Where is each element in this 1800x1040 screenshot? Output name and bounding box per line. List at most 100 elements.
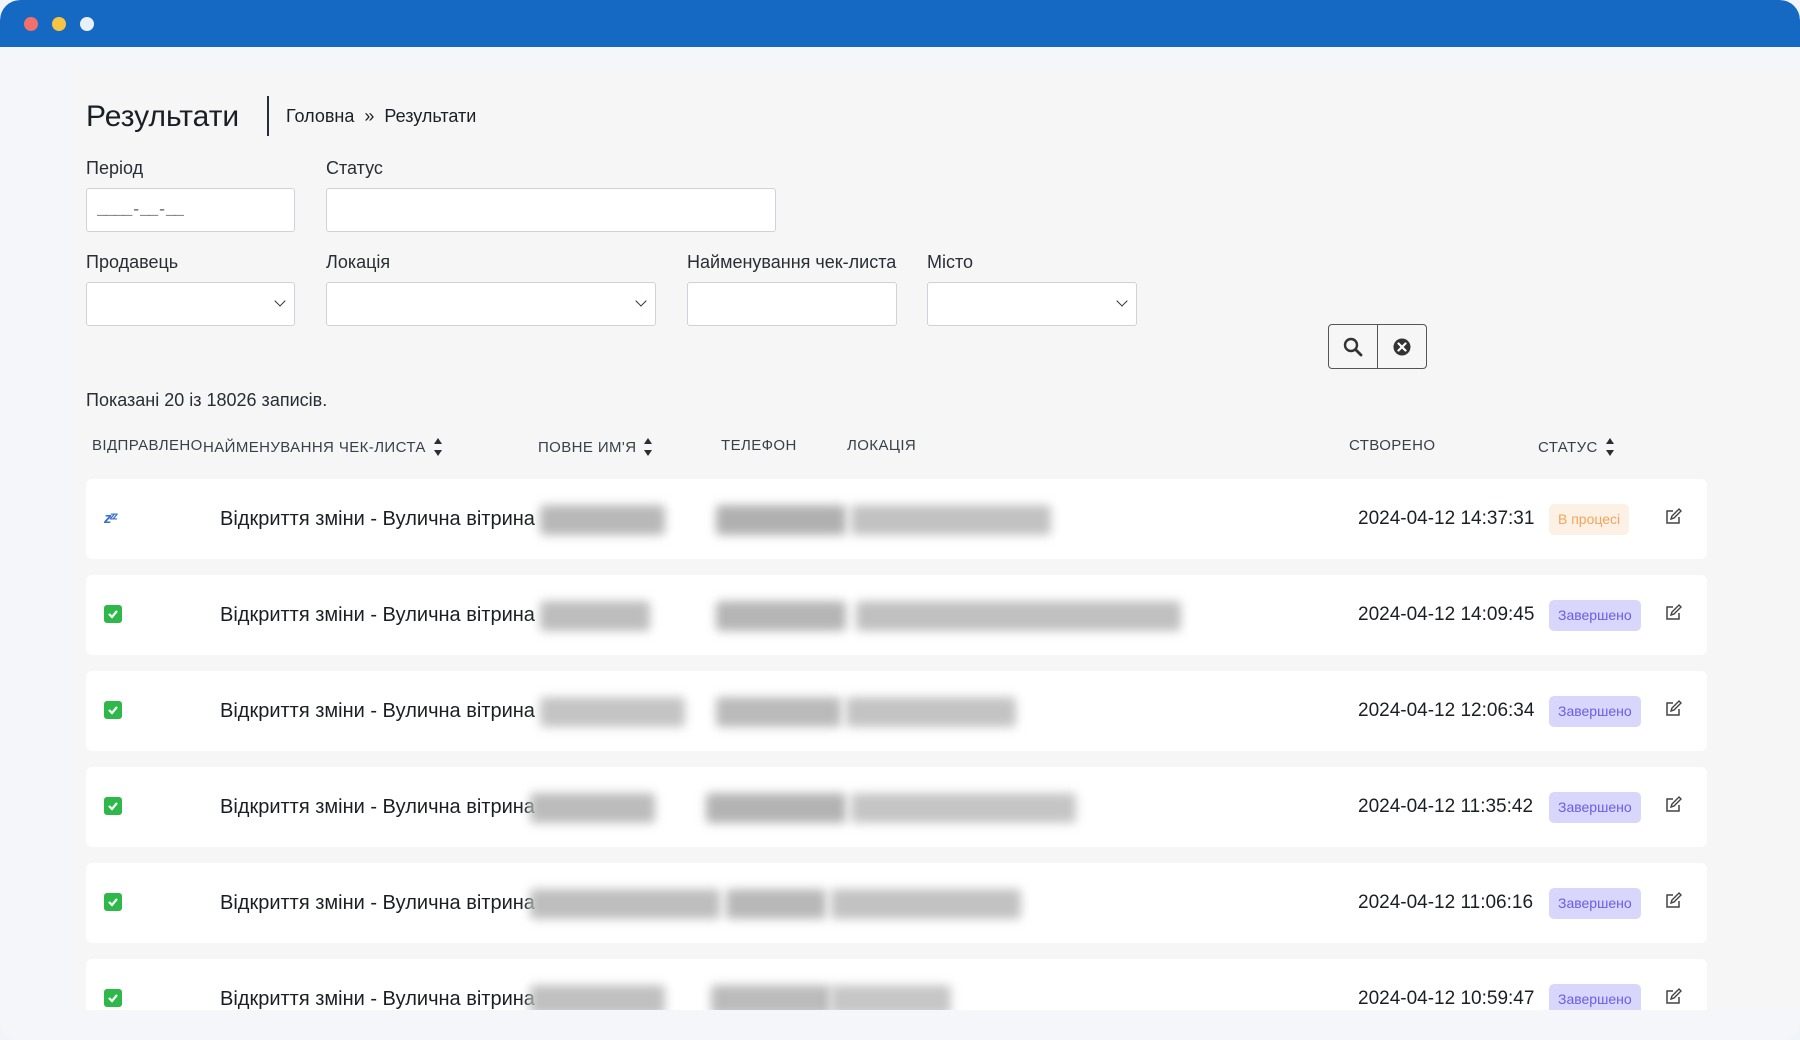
maximize-window-dot[interactable] (80, 17, 94, 31)
close-window-dot[interactable] (24, 17, 38, 31)
column-header-checklist[interactable]: НАЙМЕНУВАННЯ ЧЕК-ЛИСТА (203, 437, 443, 457)
column-header-created-label: СТВОРЕНО (1349, 437, 1436, 454)
period-input[interactable]: ____-__-__ (86, 188, 295, 232)
column-header-created: СТВОРЕНО (1349, 437, 1435, 454)
title-bar (0, 0, 1800, 47)
check-box-icon (104, 989, 124, 1009)
created-timestamp: 2024-04-12 14:37:31 (1358, 508, 1535, 529)
location-label: Локація (326, 252, 391, 272)
check-box-icon (104, 605, 124, 625)
sleep-zzz-icon: zᶻᶻ (104, 510, 117, 527)
seller-label: Продавець (86, 252, 179, 272)
status-badge: Завершено (1549, 888, 1641, 919)
redacted-phone (726, 889, 826, 919)
checklist-name-input[interactable] (687, 282, 897, 326)
minimize-window-dot[interactable] (52, 17, 66, 31)
redacted-full-name (540, 697, 685, 727)
redacted-location (846, 697, 1016, 727)
table-row[interactable]: Відкриття зміни - Вулична вітрина 2024-0… (86, 767, 1707, 847)
table-row[interactable]: Відкриття зміни - Вулична вітрина 2024-0… (86, 863, 1707, 943)
column-header-status[interactable]: СТАТУС (1538, 437, 1615, 457)
breadcrumb-current: Результати (384, 106, 477, 126)
app-window: Результати Головна » Результати Період _… (0, 0, 1800, 1040)
redacted-phone (706, 793, 846, 823)
edit-icon[interactable] (1664, 700, 1682, 718)
search-button[interactable] (1329, 325, 1377, 368)
breadcrumb-home[interactable]: Головна (286, 106, 354, 127)
clear-circle-icon (1393, 338, 1411, 355)
checklist-name: Відкриття зміни - Вулична вітрина (220, 892, 535, 914)
city-select[interactable] (927, 282, 1137, 326)
period-label: Період (86, 158, 144, 178)
checklist-name: Відкриття зміни - Вулична вітрина (220, 604, 535, 626)
table-row[interactable]: zᶻᶻ Відкриття зміни - Вулична вітрина 20… (86, 479, 1707, 559)
redacted-phone (716, 505, 846, 535)
checklist-name: Відкриття зміни - Вулична вітрина (220, 796, 535, 818)
created-timestamp: 2024-04-12 11:35:42 (1358, 796, 1534, 817)
seller-select[interactable] (86, 282, 295, 326)
period-value: ____-__-__ (97, 201, 184, 219)
status-badge: Завершено (1549, 696, 1641, 727)
redacted-full-name (530, 793, 655, 823)
column-header-sent: ВІДПРАВЛЕНО (92, 437, 203, 454)
redacted-full-name (540, 505, 665, 535)
chevron-down-icon (635, 295, 647, 307)
breadcrumb-separator: » (364, 106, 375, 126)
column-header-sent-label: ВІДПРАВЛЕНО (92, 437, 203, 454)
edit-icon[interactable] (1664, 796, 1682, 814)
page-title: Результати (86, 100, 240, 133)
location-select[interactable] (326, 282, 656, 326)
column-header-location-label: ЛОКАЦІЯ (847, 437, 917, 454)
column-header-location: ЛОКАЦІЯ (847, 437, 916, 454)
breadcrumb: Головна » Результати (286, 106, 476, 127)
checklist-name: Відкриття зміни - Вулична вітрина (220, 508, 535, 530)
table-row[interactable]: Відкриття зміни - Вулична вітрина 2024-0… (86, 575, 1707, 655)
redacted-full-name (540, 601, 650, 631)
created-timestamp: 2024-04-12 12:06:34 (1358, 700, 1535, 721)
created-timestamp: 2024-04-12 11:06:16 (1358, 892, 1534, 913)
status-badge: Завершено (1549, 984, 1641, 1010)
title-divider (267, 96, 269, 136)
redacted-phone (711, 985, 831, 1010)
clear-filters-button[interactable] (1377, 325, 1426, 368)
redacted-location (851, 793, 1076, 823)
column-header-phone-label: ТЕЛЕФОН (721, 437, 797, 454)
edit-icon[interactable] (1664, 604, 1682, 622)
created-timestamp: 2024-04-12 10:59:47 (1358, 988, 1535, 1009)
redacted-full-name (530, 889, 720, 919)
checklist-name: Відкриття зміни - Вулична вітрина (220, 700, 535, 722)
sort-icon[interactable] (1605, 437, 1615, 457)
created-timestamp: 2024-04-12 14:09:45 (1358, 604, 1535, 625)
status-label: Статус (326, 158, 383, 178)
sort-icon[interactable] (644, 437, 653, 457)
redacted-phone (716, 601, 846, 631)
chevron-down-icon (1116, 295, 1128, 307)
filter-buttons (1328, 324, 1427, 369)
checklist-name: Відкриття зміни - Вулична вітрина (220, 988, 535, 1010)
edit-icon[interactable] (1664, 508, 1682, 526)
status-input[interactable] (326, 188, 776, 232)
redacted-location (851, 505, 1051, 535)
edit-icon[interactable] (1664, 988, 1682, 1006)
table-row[interactable]: Відкриття зміни - Вулична вітрина 2024-0… (86, 959, 1707, 1010)
column-header-phone: ТЕЛЕФОН (721, 437, 797, 454)
column-header-full-name-label: ПОВНЕ ИМ'Я (538, 438, 637, 456)
status-badge: Завершено (1549, 600, 1641, 631)
column-header-status-label: СТАТУС (1538, 438, 1598, 456)
edit-icon[interactable] (1664, 892, 1682, 910)
status-badge: В процесі (1549, 504, 1630, 535)
redacted-location (856, 601, 1181, 631)
check-box-icon (104, 893, 124, 913)
check-box-icon (104, 701, 124, 721)
checklist-name-label: Найменування чек-листа (687, 252, 897, 272)
records-count: Показані 20 із 18026 записів. (86, 390, 328, 410)
redacted-location (831, 985, 951, 1010)
redacted-location (831, 889, 1021, 919)
column-header-full-name[interactable]: ПОВНЕ ИМ'Я (538, 437, 653, 457)
city-label: Місто (927, 252, 974, 272)
sort-icon[interactable] (433, 437, 443, 457)
table-row[interactable]: Відкриття зміни - Вулична вітрина 2024-0… (86, 671, 1707, 751)
status-badge: Завершено (1549, 792, 1641, 823)
redacted-phone (716, 697, 841, 727)
column-header-checklist-label: НАЙМЕНУВАННЯ ЧЕК-ЛИСТА (203, 438, 426, 456)
